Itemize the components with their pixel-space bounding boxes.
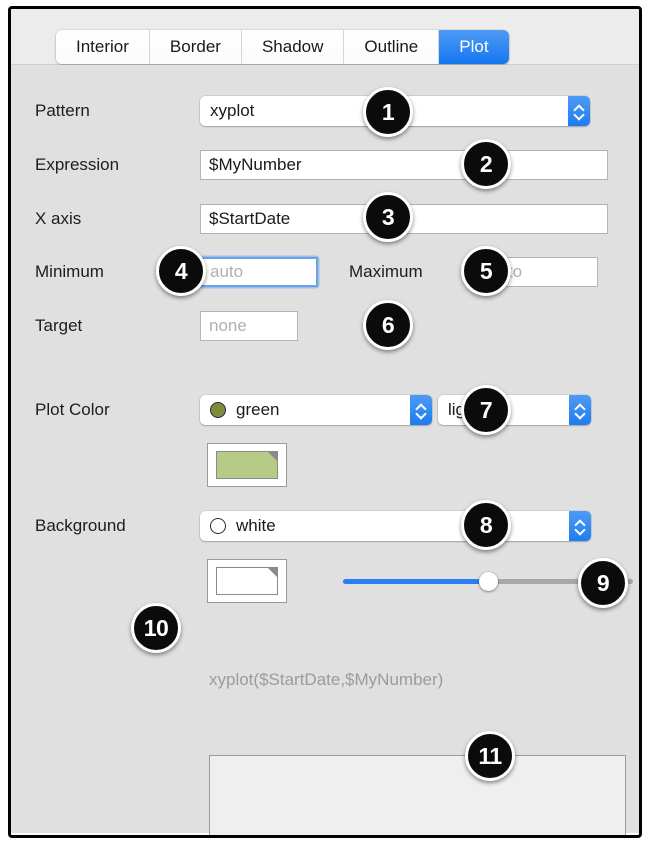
tabbar-segmented-control[interactable]: Interior Border Shadow Outline Plot bbox=[56, 30, 509, 64]
background-value: white bbox=[236, 516, 276, 535]
plot-color-preview-swatch[interactable] bbox=[207, 443, 287, 487]
plot-color-value-wrap: green bbox=[200, 400, 410, 420]
plot-color-row: Plot Color green light bbox=[35, 395, 625, 425]
plot-color-label: Plot Color bbox=[35, 400, 110, 419]
plot-color-value: green bbox=[236, 400, 280, 419]
chevron-down-icon bbox=[576, 527, 585, 532]
x-axis-value: $StartDate bbox=[209, 209, 291, 228]
tab-interior[interactable]: Interior bbox=[56, 30, 150, 64]
tab-shadow[interactable]: Shadow bbox=[241, 30, 345, 64]
tab-plot[interactable]: Plot bbox=[439, 30, 509, 64]
callout-marker-11: 11 bbox=[465, 731, 515, 781]
tabbar-strip: Interior Border Shadow Outline Plot bbox=[11, 9, 639, 65]
x-axis-label: X axis bbox=[35, 209, 82, 228]
callout-marker-10: 10 bbox=[131, 603, 181, 653]
pattern-label: Pattern bbox=[35, 101, 90, 120]
plot-settings-panel: Pattern xyplot Expression $MyNumber X ax… bbox=[11, 65, 639, 835]
min-max-row: Minimum auto Maximum auto bbox=[35, 257, 615, 287]
background-combobox[interactable]: white bbox=[200, 511, 591, 541]
background-swatch-dot-icon bbox=[210, 518, 226, 534]
target-label: Target bbox=[35, 316, 83, 335]
background-preview-fill bbox=[216, 567, 278, 595]
callout-marker-6: 6 bbox=[363, 300, 413, 350]
background-stepper-icon[interactable] bbox=[569, 511, 591, 541]
callout-marker-1: 1 bbox=[363, 87, 413, 137]
expression-value: $MyNumber bbox=[209, 155, 302, 174]
plot-color-preview-fill bbox=[216, 451, 278, 479]
background-label: Background bbox=[35, 516, 126, 535]
settings-window: Interior Border Shadow Outline Plot Patt… bbox=[8, 6, 642, 838]
slider-thumb[interactable] bbox=[478, 571, 498, 591]
callout-marker-8: 8 bbox=[461, 500, 511, 550]
expression-input[interactable]: $MyNumber bbox=[200, 150, 608, 180]
expression-label: Expression bbox=[35, 155, 120, 174]
slider-fill bbox=[343, 578, 488, 584]
callout-marker-9: 9 bbox=[578, 558, 628, 608]
background-value-wrap: white bbox=[200, 516, 569, 536]
chevron-down-icon bbox=[575, 112, 584, 117]
pattern-stepper-icon[interactable] bbox=[568, 96, 590, 126]
expression-row: Expression $MyNumber bbox=[35, 150, 615, 180]
x-axis-row: X axis $StartDate bbox=[35, 204, 615, 234]
callout-marker-5: 5 bbox=[461, 246, 511, 296]
tab-border[interactable]: Border bbox=[149, 30, 242, 64]
chevron-down-icon bbox=[576, 411, 585, 416]
plot-shade-stepper-icon[interactable] bbox=[569, 395, 591, 425]
minimum-placeholder: auto bbox=[210, 262, 244, 281]
chevron-down-icon bbox=[417, 411, 426, 416]
plot-color-combobox[interactable]: green bbox=[200, 395, 432, 425]
plot-preview-pane[interactable] bbox=[209, 755, 626, 835]
background-preview-swatch[interactable] bbox=[207, 559, 287, 603]
minimum-input[interactable]: auto bbox=[200, 257, 318, 287]
callout-marker-4: 4 bbox=[156, 246, 206, 296]
maximum-label: Maximum bbox=[349, 262, 423, 281]
callout-marker-7: 7 bbox=[461, 385, 511, 435]
tab-outline[interactable]: Outline bbox=[344, 30, 440, 64]
plot-color-stepper-icon[interactable] bbox=[410, 395, 432, 425]
pattern-row: Pattern xyplot bbox=[35, 96, 615, 126]
callout-marker-2: 2 bbox=[461, 139, 511, 189]
formula-caption: xyplot($StartDate,$MyNumber) bbox=[209, 670, 444, 689]
callout-marker-3: 3 bbox=[363, 192, 413, 242]
plot-color-swatch-dot-icon bbox=[210, 402, 226, 418]
target-row: Target none bbox=[35, 311, 615, 341]
target-placeholder: none bbox=[209, 316, 247, 335]
background-row: Background white bbox=[35, 511, 625, 541]
target-input[interactable]: none bbox=[200, 311, 298, 341]
